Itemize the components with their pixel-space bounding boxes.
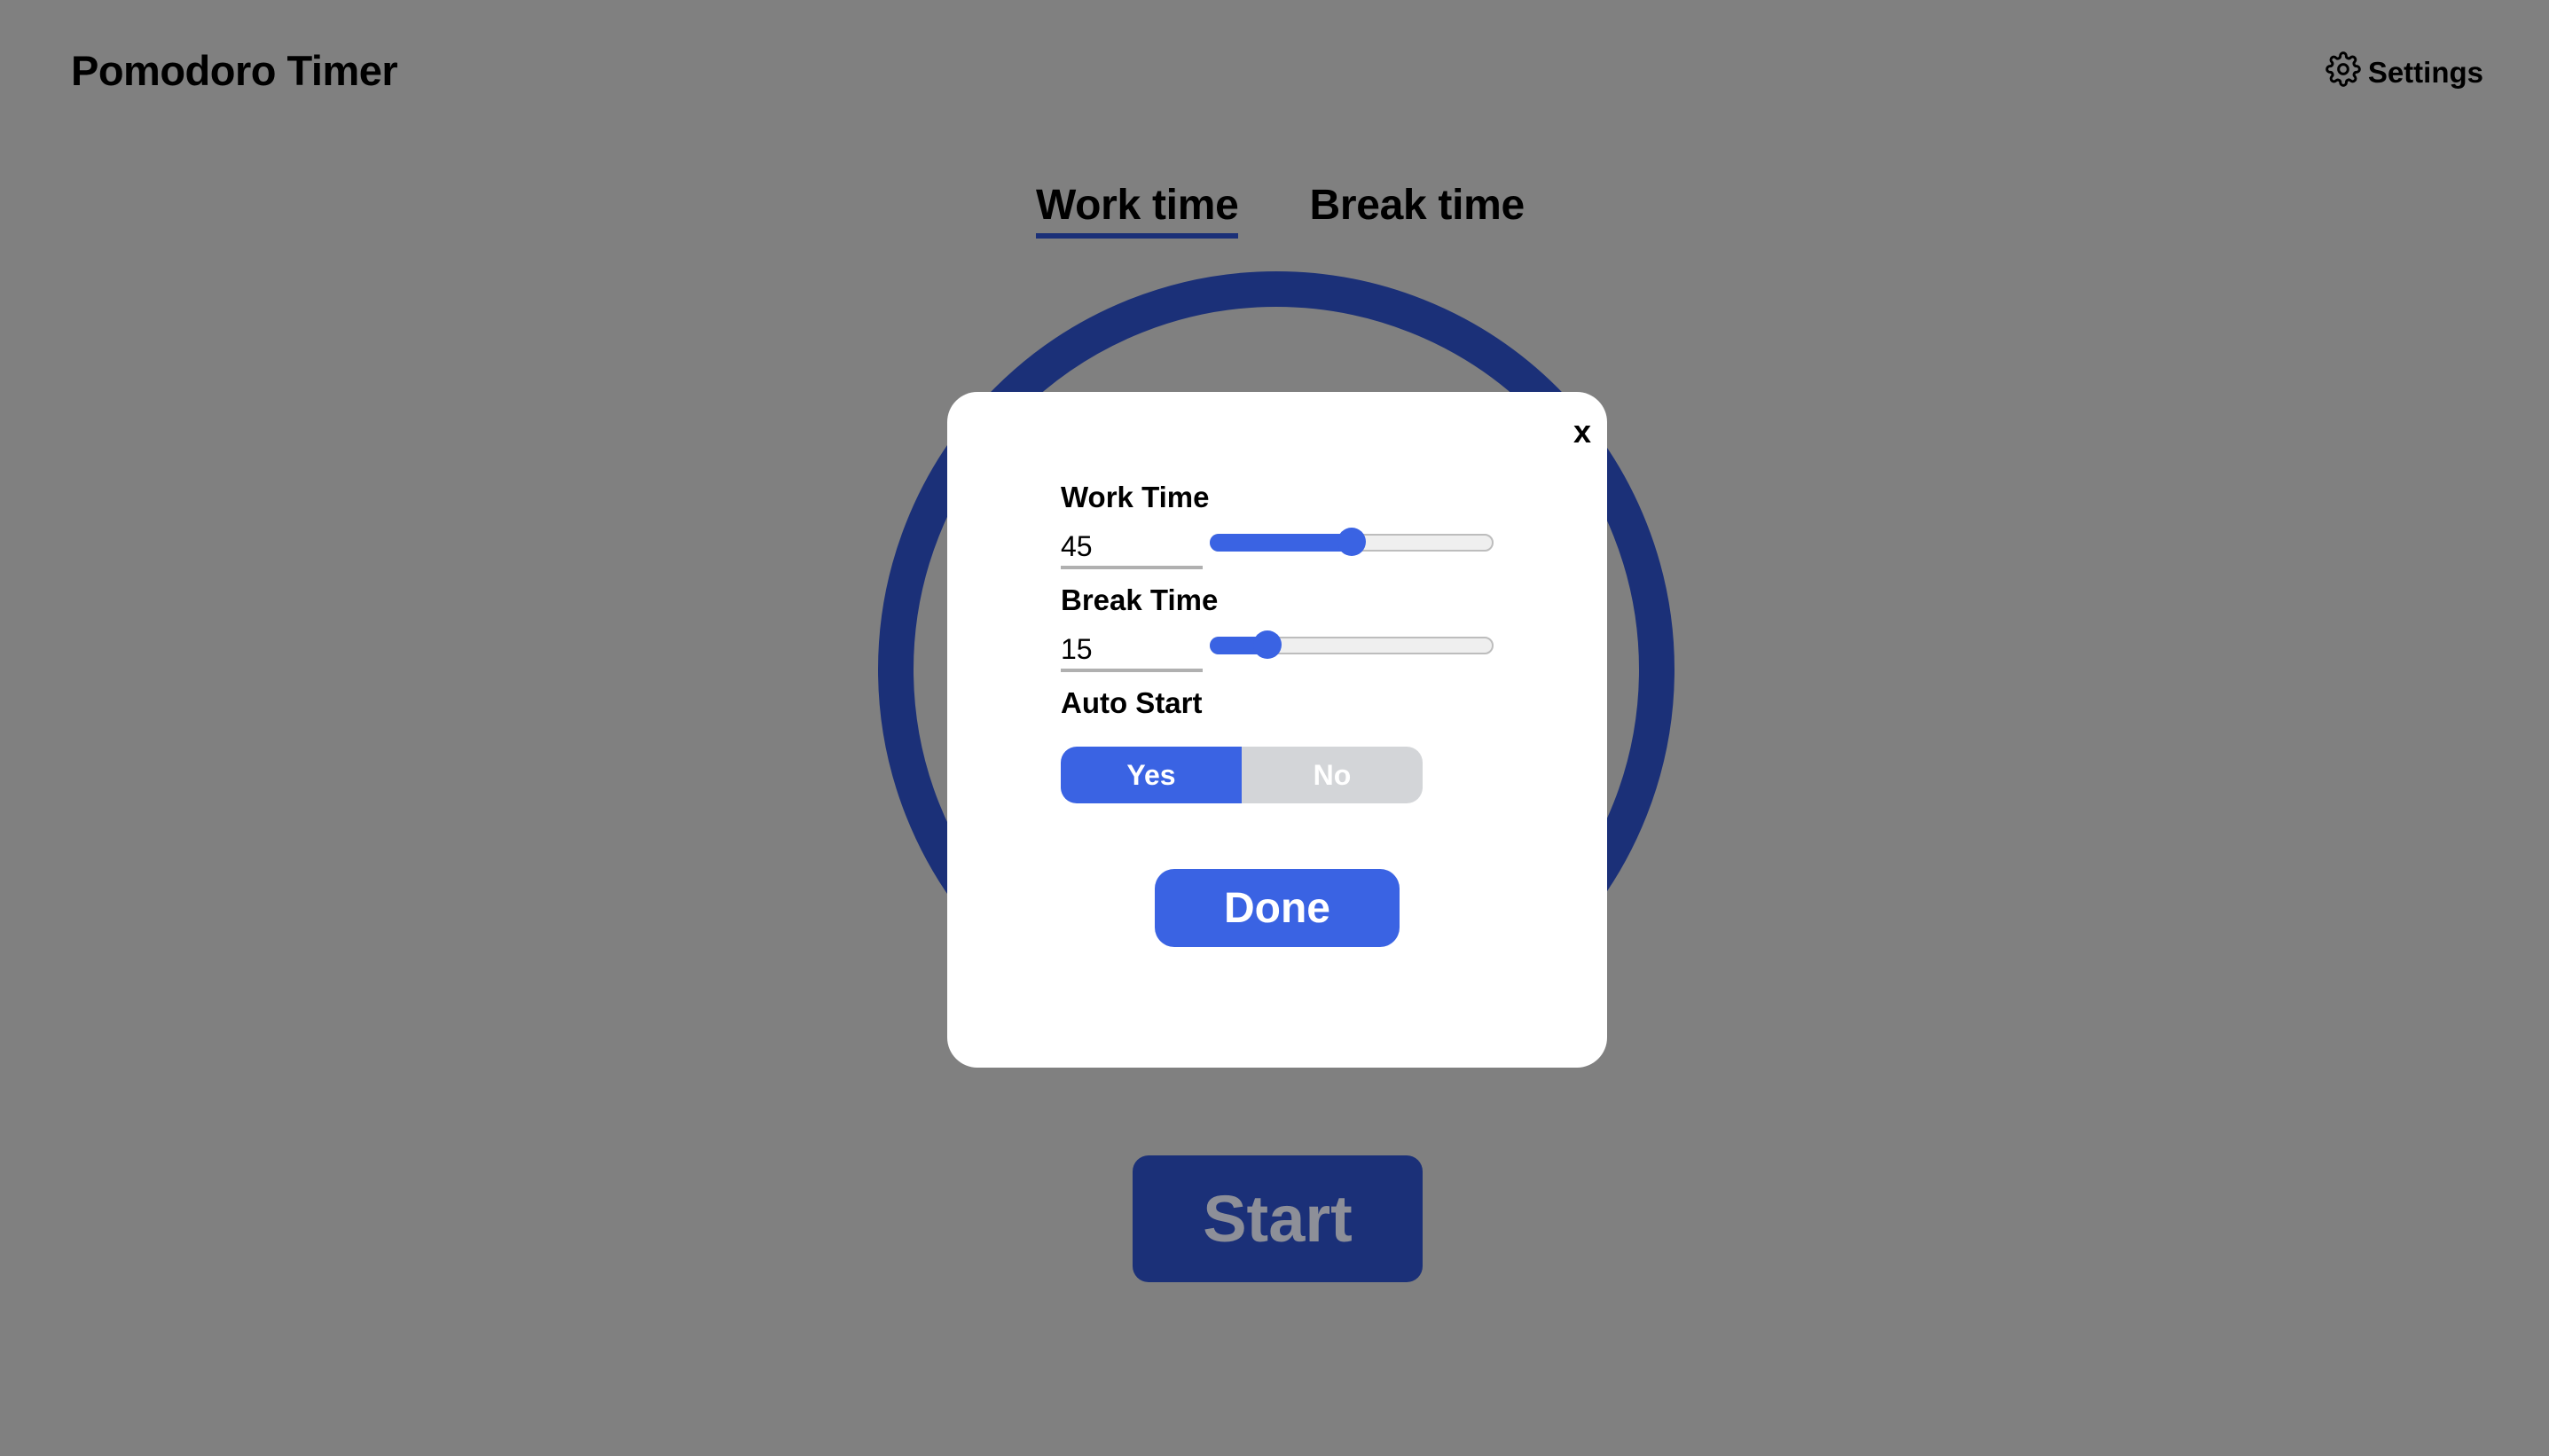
work-time-slider-thumb[interactable] [1337,528,1366,556]
break-time-input[interactable] [1061,630,1203,672]
tab-break-time[interactable]: Break time [1309,181,1525,239]
work-time-slider[interactable] [1210,528,1494,556]
auto-start-label: Auto Start [1061,686,1203,719]
break-time-label: Break Time [1061,583,1219,616]
settings-button[interactable]: Settings [2325,51,2483,94]
settings-label: Settings [2367,56,2483,89]
timer-tabs: Work time Break time [1036,181,1525,239]
break-time-slider-thumb[interactable] [1253,630,1282,659]
done-button[interactable]: Done [1155,869,1400,947]
tab-work-time[interactable]: Work time [1036,181,1239,239]
work-time-label: Work Time [1061,481,1210,513]
settings-modal: x Work Time Break Time Auto Start Yes No… [947,392,1607,1068]
auto-start-no-option[interactable]: No [1242,747,1423,803]
start-button[interactable]: Start [1133,1155,1423,1282]
close-modal-button[interactable]: x [1573,413,1591,450]
auto-start-yes-option[interactable]: Yes [1061,747,1242,803]
gear-icon [2325,51,2361,94]
work-time-input[interactable] [1061,527,1203,569]
app-title: Pomodoro Timer [71,47,398,94]
break-time-slider[interactable] [1210,630,1494,659]
auto-start-toggle: Yes No [1061,747,1423,803]
work-time-slider-fill [1210,534,1352,552]
